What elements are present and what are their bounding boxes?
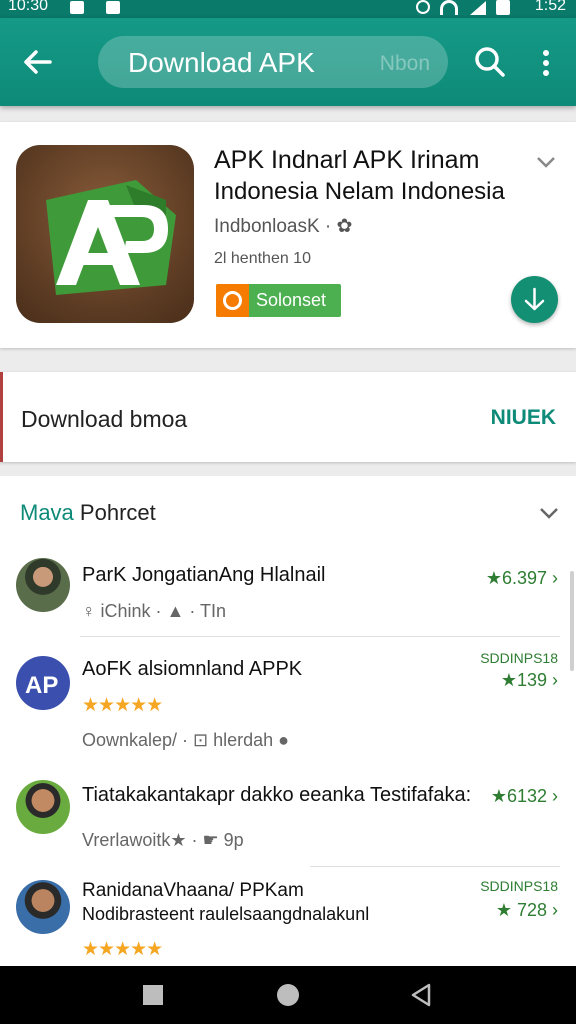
avatar bbox=[16, 780, 70, 834]
list-item[interactable]: RanidanaVhaana/ PPKam Nodibrasteent raul… bbox=[0, 876, 576, 966]
badge-label: Solonset bbox=[256, 290, 327, 310]
app-bar: Download APK Nbon bbox=[0, 18, 576, 106]
list-item-rating: ★6132 › bbox=[490, 786, 558, 806]
search-icon bbox=[475, 47, 505, 77]
more-dot bbox=[543, 50, 549, 56]
list-item-title: ParK JongatianAng Hlalnail bbox=[82, 564, 326, 586]
section-title: Mava Pohrcet bbox=[20, 500, 156, 526]
list-item-rating: ★139 › bbox=[500, 670, 558, 690]
download-row-label: Download bmoa bbox=[21, 406, 188, 432]
section-title-rest: Pohrcet bbox=[79, 500, 156, 525]
list-item-tag: SDDINPS18 bbox=[480, 650, 558, 666]
list-item-title: RanidanaVhaana/ PPKam bbox=[82, 880, 304, 901]
divider bbox=[80, 636, 560, 637]
list-item-subtitle: Nodibrasteent raulelsaangdnalakunl bbox=[82, 904, 370, 924]
alarm-icon bbox=[416, 0, 430, 14]
search-title: Download APK bbox=[128, 47, 315, 78]
notification-icon bbox=[106, 1, 120, 14]
download-row-action[interactable]: NIUEK bbox=[491, 406, 556, 430]
list-item[interactable]: Tiatakakantakapr dakko eeanka Testifafak… bbox=[0, 776, 576, 862]
status-badge: Solonset bbox=[216, 284, 341, 317]
home-button[interactable] bbox=[271, 978, 305, 1012]
back-nav-button[interactable] bbox=[404, 978, 438, 1012]
chevron-down-icon bbox=[537, 157, 555, 168]
star-rating: ★★★★★ bbox=[82, 939, 163, 960]
download-button[interactable] bbox=[511, 276, 558, 323]
status-bar: 10:30 1:52 bbox=[0, 0, 576, 18]
list-item-meta: Vrerlawoitk★ · ☛ 9p bbox=[82, 830, 244, 850]
avatar bbox=[16, 558, 70, 612]
list-item-rating: ★6.397 › bbox=[485, 568, 558, 588]
list-item-title: Tiatakakantakapr dakko eeanka Testifafak… bbox=[82, 784, 472, 806]
notification-icon bbox=[70, 1, 84, 14]
more-dot bbox=[543, 60, 549, 66]
more-dot bbox=[543, 70, 549, 76]
download-arrow-icon bbox=[524, 287, 545, 311]
status-time: 10:30 bbox=[8, 0, 49, 14]
app-logo[interactable] bbox=[16, 145, 194, 323]
section-expand-button[interactable] bbox=[538, 502, 560, 524]
star-rating: ★★★★★ bbox=[82, 695, 163, 716]
search-hint: Nbon bbox=[379, 52, 430, 75]
list-item-tag: SDDINPS18 bbox=[480, 878, 558, 894]
recents-button[interactable] bbox=[136, 978, 170, 1012]
section-title-accent: Mava bbox=[20, 500, 74, 525]
app-subtitle: Indonesia Nelam Indonesia bbox=[214, 178, 505, 205]
divider bbox=[310, 866, 560, 867]
svg-text:AP: AP bbox=[25, 672, 58, 699]
app-info-card: APK Indnarl APK Irinam Indonesia Nelam I… bbox=[0, 122, 576, 348]
circle-icon bbox=[277, 984, 299, 1006]
app-date: 2l henthen 10 bbox=[214, 250, 311, 267]
download-row[interactable]: Download bmoa NIUEK bbox=[0, 372, 576, 462]
badge-icon bbox=[216, 284, 249, 317]
status-clock: 1:52 bbox=[534, 0, 566, 14]
related-apps-section: Mava Pohrcet ParK JongatianAng Hlalnail … bbox=[0, 476, 576, 976]
list-item-meta: Oownkalep/ · ⊡ hlerdah ● bbox=[82, 730, 290, 750]
search-button[interactable] bbox=[470, 40, 510, 84]
expand-button[interactable] bbox=[534, 150, 558, 174]
search-bar[interactable]: Download APK Nbon bbox=[98, 36, 448, 88]
app-developer[interactable]: IndbonloasK · ✿ bbox=[214, 215, 352, 238]
arrow-left-icon bbox=[24, 50, 52, 74]
battery-icon bbox=[496, 0, 510, 15]
apk-logo-icon: AP bbox=[25, 672, 58, 699]
app-title: APK Indnarl APK Irinam bbox=[214, 146, 480, 174]
more-options-button[interactable] bbox=[532, 40, 560, 84]
list-item[interactable]: AP AoFK alsiomnland APPK ★★★★★ Oownkalep… bbox=[0, 648, 576, 768]
avatar bbox=[16, 880, 70, 934]
triangle-back-icon bbox=[411, 983, 431, 1007]
list-item-rating: ★ 728 › bbox=[495, 900, 558, 920]
avatar: AP bbox=[16, 656, 70, 710]
chevron-down-icon bbox=[540, 508, 558, 519]
list-item-title: AoFK alsiomnland APPK bbox=[82, 658, 303, 680]
back-button[interactable] bbox=[16, 40, 60, 84]
list-item-meta: ♀ iChink · ▲ · TIn bbox=[82, 601, 227, 621]
square-icon bbox=[143, 985, 163, 1005]
apk-logo-icon bbox=[46, 180, 176, 295]
signal-icon bbox=[470, 1, 486, 15]
list-item[interactable]: ParK JongatianAng Hlalnail ♀ iChink · ▲ … bbox=[0, 556, 576, 636]
wifi-icon bbox=[440, 0, 458, 15]
navigation-bar bbox=[0, 966, 576, 1024]
